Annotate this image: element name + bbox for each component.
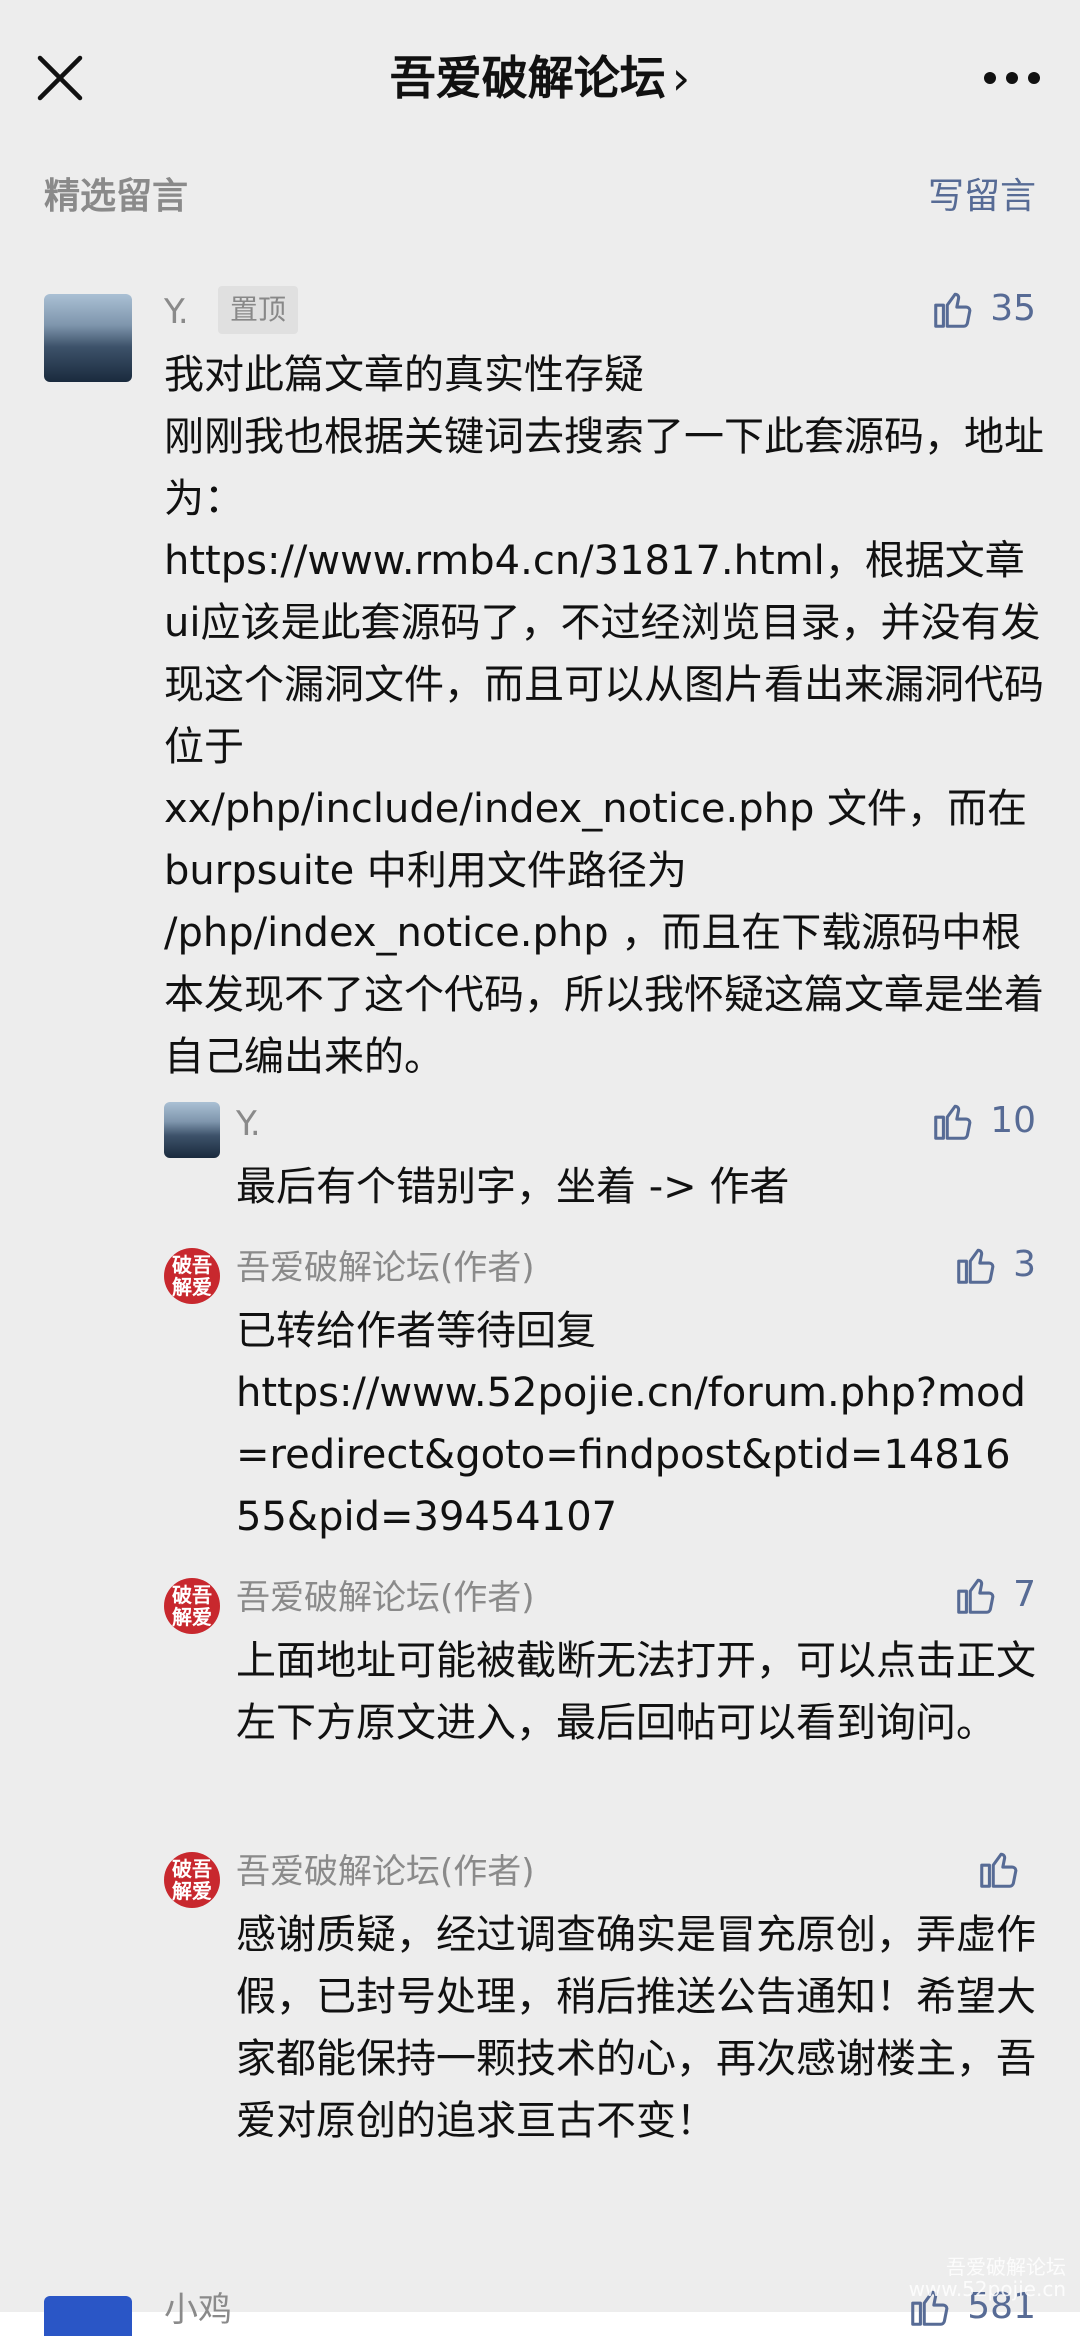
author-seal-avatar[interactable]: 破吾 解爱 <box>164 1578 220 1634</box>
featured-comments-title: 精选留言 <box>44 176 189 217</box>
reply-author-name[interactable]: Y. <box>236 1102 261 1146</box>
like-button[interactable]: 7 <box>953 1572 1036 1618</box>
comment-author-name[interactable]: Y. <box>164 290 189 334</box>
seal-text: 破吾 解爱 <box>172 1253 212 1299</box>
author-seal-avatar[interactable]: 破吾 解爱 <box>164 1852 220 1908</box>
featured-comments-header: 精选留言 写留言 <box>0 152 1080 242</box>
author-seal-avatar[interactable]: 破吾 解爱 <box>164 1248 220 1304</box>
reply-text: 最后有个错别字，坐着 -> 作者 <box>236 1164 790 1210</box>
seal-text: 破吾 解爱 <box>172 1583 212 1629</box>
pinned-badge: 置顶 <box>218 286 299 334</box>
like-button[interactable] <box>976 1846 1036 1892</box>
like-button[interactable]: 10 <box>930 1098 1036 1144</box>
chevron-right-icon: › <box>671 51 691 105</box>
page-title-text: 吾爱破解论坛 <box>389 51 666 105</box>
write-comment-button[interactable]: 写留言 <box>928 172 1036 222</box>
top-navigation-bar: 吾爱破解论坛 › <box>0 0 1080 152</box>
reply-text: 上面地址可能被截断无法打开，可以点击正文左下方原文进入，最后回帖可以看到询问。 <box>236 1638 1036 1746</box>
like-count: 10 <box>990 1100 1036 1141</box>
like-count: 3 <box>1013 1244 1036 1285</box>
reply-author-name[interactable]: 吾爱破解论坛(作者) <box>236 1850 535 1894</box>
like-count: 7 <box>1013 1574 1036 1615</box>
watermark-line-1: 吾爱破解论坛 <box>946 2255 1066 2279</box>
watermark-line-2: www.52pojie.cn <box>908 2277 1066 2301</box>
thumbs-up-icon <box>957 1248 995 1284</box>
thumbs-up-icon <box>980 1852 1018 1888</box>
thumbs-up-icon <box>934 292 972 328</box>
comment-text: 我对此篇文章的真实性存疑 刚刚我也根据关键词去搜索了一下此套源码，地址为： ht… <box>164 352 1044 1080</box>
more-options-icon[interactable] <box>980 60 1044 96</box>
thumbs-up-icon <box>957 1578 995 1614</box>
page-title[interactable]: 吾爱破解论坛 › <box>0 48 1080 108</box>
avatar[interactable] <box>164 1102 220 1158</box>
reply-author-name[interactable]: 吾爱破解论坛(作者) <box>236 1246 535 1290</box>
comment-list: Y. 置顶 35 我对此篇文章的真实性存疑 刚刚我也根据关键词去搜索了一下此套源… <box>0 242 1080 2336</box>
like-count: 35 <box>990 288 1036 329</box>
avatar[interactable] <box>44 2296 132 2336</box>
like-button[interactable]: 3 <box>953 1242 1036 1288</box>
seal-text: 破吾 解爱 <box>172 1857 212 1903</box>
avatar[interactable] <box>44 294 132 382</box>
site-watermark: 吾爱破解论坛 www.52pojie.cn <box>909 2256 1066 2300</box>
reply-text: 已转给作者等待回复 https://www.52pojie.cn/forum.p… <box>236 1308 1026 1540</box>
comment-author-name[interactable]: 小鸡 <box>164 2288 232 2332</box>
thumbs-up-icon <box>934 1104 972 1140</box>
like-button[interactable]: 35 <box>930 286 1036 332</box>
reply-author-name[interactable]: 吾爱破解论坛(作者) <box>236 1576 535 1620</box>
reply-text: 感谢质疑，经过调查确实是冒充原创，弄虚作假，已封号处理，稍后推送公告通知！希望大… <box>236 1912 1036 2144</box>
